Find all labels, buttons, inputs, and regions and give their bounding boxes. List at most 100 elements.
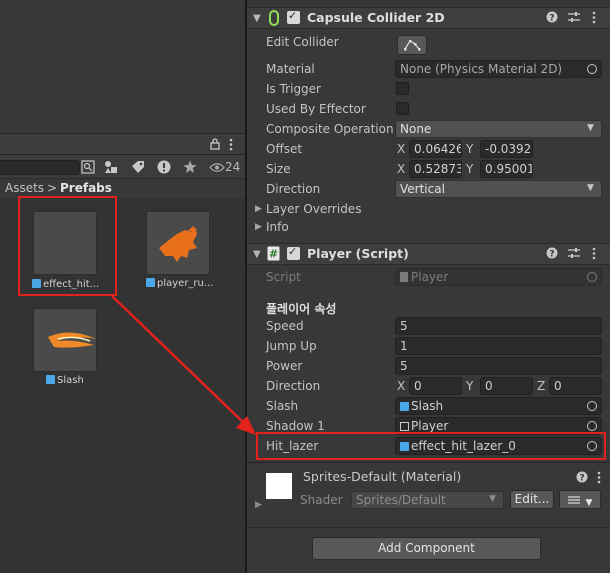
offset-label: Offset: [266, 142, 303, 156]
offset-x-axis-label[interactable]: X: [397, 142, 405, 156]
object-picker-icon[interactable]: [587, 401, 597, 411]
help-icon[interactable]: ?: [546, 247, 558, 260]
asset-item-slash[interactable]: Slash: [26, 303, 106, 389]
material-preview: [266, 473, 292, 499]
highlight-box-asset: [18, 196, 117, 296]
offset-x-field[interactable]: 0.06426: [409, 140, 462, 158]
search-input[interactable]: [0, 160, 80, 175]
asset-thumbnail: [33, 308, 97, 372]
foldout-arrow-icon[interactable]: ▼: [253, 249, 261, 260]
slash-object-field[interactable]: Slash: [395, 397, 602, 415]
slash-label: Slash: [266, 399, 299, 413]
used-by-effector-checkbox[interactable]: [396, 102, 409, 115]
svg-text:?: ?: [549, 14, 554, 24]
direction-z-axis-label[interactable]: Z: [537, 379, 545, 393]
prefab-cube-icon: [46, 375, 55, 384]
filter-by-type-icon[interactable]: [104, 160, 118, 174]
component-menu-icon[interactable]: [591, 247, 597, 261]
svg-text:?: ?: [549, 250, 554, 260]
offset-y-field[interactable]: -0.0392: [480, 140, 533, 158]
shader-label: Shader: [300, 493, 343, 507]
direction-z-value: 0: [554, 379, 562, 393]
size-x-field[interactable]: 0.52873: [409, 160, 462, 178]
script-value: Player: [411, 270, 449, 284]
edit-collider-label: Edit Collider: [266, 35, 339, 49]
presets-icon[interactable]: [568, 11, 580, 23]
direction-x-axis-label[interactable]: X: [397, 379, 405, 393]
scene-area: [0, 0, 246, 133]
script-file-icon: [400, 272, 408, 282]
project-panel-header: [0, 133, 246, 155]
breadcrumb-current[interactable]: Prefabs: [60, 181, 112, 195]
power-field[interactable]: 5: [395, 357, 602, 375]
search-by-type-icon[interactable]: [81, 160, 95, 174]
size-y-value: 0.95001: [485, 162, 533, 176]
asset-thumbnail: [146, 211, 210, 275]
filter-by-label-icon[interactable]: [131, 160, 145, 174]
is-trigger-checkbox[interactable]: [396, 82, 409, 95]
object-picker-icon[interactable]: [587, 421, 597, 431]
help-icon[interactable]: ?: [546, 11, 558, 24]
material-object-field[interactable]: None (Physics Material 2D): [395, 60, 602, 78]
direction-label: Direction: [266, 182, 321, 196]
warning-filter-icon[interactable]: [157, 160, 171, 174]
jump-up-label: Jump Up: [266, 339, 317, 353]
direction-z-field[interactable]: 0: [549, 377, 602, 395]
size-x-axis-label[interactable]: X: [397, 162, 405, 176]
layer-overrides-label[interactable]: Layer Overrides: [266, 202, 361, 216]
speed-field[interactable]: 5: [395, 317, 602, 335]
breadcrumb-root[interactable]: Assets: [5, 181, 44, 195]
check-icon: ✓: [288, 245, 298, 258]
jump-up-value: 1: [400, 339, 408, 353]
highlight-box-field: [256, 432, 606, 460]
power-label: Power: [266, 359, 303, 373]
offset-y-axis-label[interactable]: Y: [466, 142, 473, 156]
chevron-down-icon: ▼: [587, 123, 594, 133]
add-component-separator: [247, 527, 610, 528]
svg-text:?: ?: [579, 474, 584, 484]
offset-y-value: -0.0392: [485, 142, 532, 156]
composite-operation-label: Composite Operation: [266, 122, 394, 136]
help-icon[interactable]: ?: [576, 471, 588, 484]
section-header: 플레이어 속성: [266, 302, 337, 316]
composite-operation-dropdown[interactable]: None: [395, 120, 602, 138]
hidden-package-count: 24: [225, 160, 241, 174]
presets-icon[interactable]: [568, 247, 580, 259]
shader-options-dropdown[interactable]: ▼: [559, 490, 601, 509]
object-picker-icon[interactable]: [587, 64, 597, 74]
component-menu-icon[interactable]: [591, 11, 597, 25]
layer-overrides-foldout-icon[interactable]: ▶: [255, 204, 262, 214]
kebab-menu-icon[interactable]: [228, 138, 234, 152]
direction-y-axis-label[interactable]: Y: [466, 379, 473, 393]
lock-icon[interactable]: [210, 137, 220, 150]
material-value: None (Physics Material 2D): [400, 62, 563, 76]
script-hash-icon: #: [267, 246, 280, 261]
info-label[interactable]: Info: [266, 220, 289, 234]
list-icon: [567, 496, 580, 504]
add-component-button[interactable]: Add Component: [312, 537, 541, 560]
foldout-arrow-icon[interactable]: ▼: [253, 13, 261, 24]
material-foldout-icon[interactable]: ▶: [255, 500, 262, 510]
star-favorites-icon[interactable]: [183, 160, 197, 174]
hidden-packages-eye-icon[interactable]: [209, 162, 225, 173]
direction-dropdown[interactable]: Vertical: [395, 180, 602, 198]
size-y-axis-label[interactable]: Y: [466, 162, 473, 176]
shader-dropdown[interactable]: Sprites/Default: [351, 491, 504, 509]
edit-collider-button[interactable]: [397, 35, 427, 55]
info-foldout-icon[interactable]: ▶: [255, 222, 262, 232]
capsule-collider-title: Capsule Collider 2D: [307, 10, 445, 25]
is-trigger-label: Is Trigger: [266, 82, 321, 96]
edit-shader-button[interactable]: Edit...: [510, 490, 554, 509]
component-menu-icon[interactable]: [596, 471, 602, 485]
offset-x-value: 0.06426: [414, 142, 462, 156]
asset-item-player-run[interactable]: player_ru...: [138, 207, 228, 295]
chevron-down-icon: ▼: [489, 494, 496, 504]
prefab-cube-icon: [400, 402, 409, 411]
asset-label: Slash: [46, 375, 84, 386]
direction-x-field[interactable]: 0: [409, 377, 462, 395]
svg-text:#: #: [269, 248, 278, 261]
size-y-field[interactable]: 0.95001: [480, 160, 533, 178]
jump-up-field[interactable]: 1: [395, 337, 602, 355]
check-icon: ✓: [288, 9, 298, 22]
direction-y-field[interactable]: 0: [480, 377, 533, 395]
